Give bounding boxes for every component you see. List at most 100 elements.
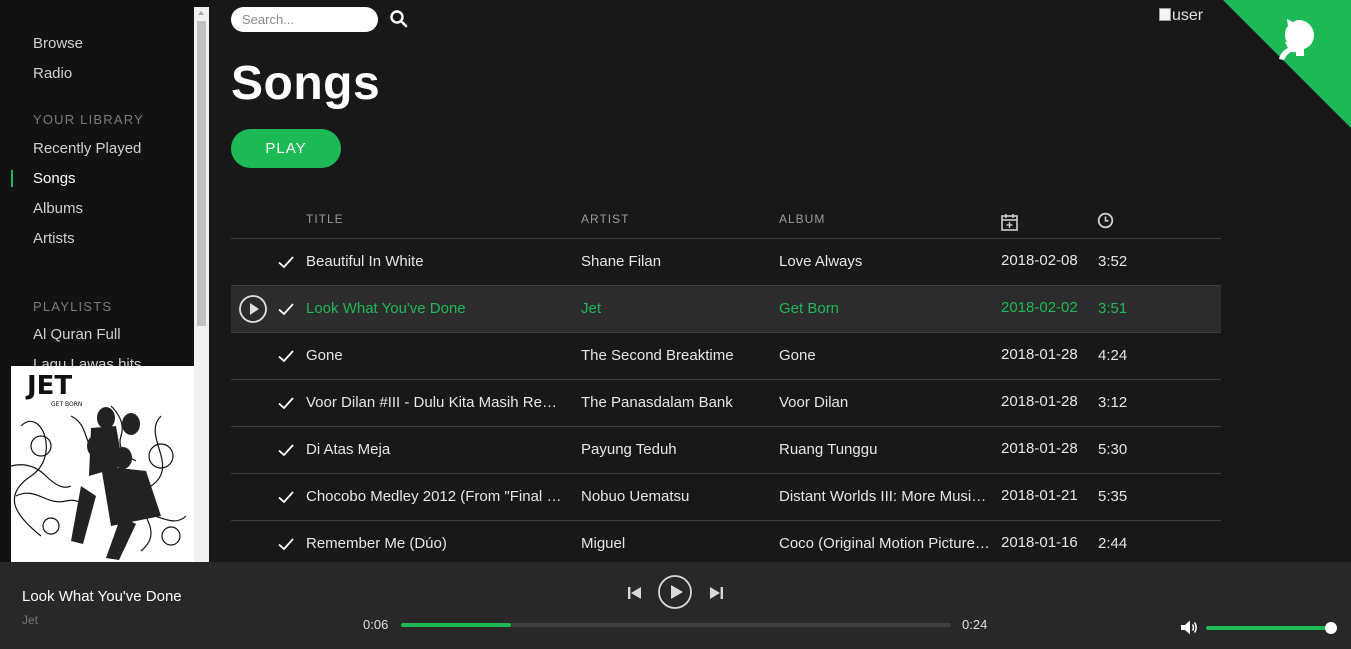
calendar-add-icon[interactable] (1001, 213, 1018, 231)
sidebar-item-radio[interactable]: Radio (33, 65, 72, 82)
song-title: Voor Dilan #III - Dulu Kita Masih Remaja (306, 394, 566, 411)
now-playing-title: Look What You've Done (22, 588, 182, 605)
table-body: Beautiful In White Shane Filan Love Always… (231, 239, 1221, 562)
sidebar-item-artists[interactable]: Artists (33, 230, 75, 247)
song-title: Remember Me (Dúo) (306, 535, 447, 552)
song-album[interactable]: Love Always (779, 253, 991, 270)
song-duration: 2:44 (1098, 535, 1128, 552)
main-content: user Songs PLAY TITLE ARTIST ALBUM Beaut… (209, 0, 1351, 562)
table-row[interactable]: Remember Me (Dúo) Miguel Coco (Original Mo… (231, 521, 1221, 562)
song-album[interactable]: Voor Dilan (779, 394, 991, 411)
song-artist[interactable]: Miguel (581, 535, 766, 552)
song-artist[interactable]: The Second Breaktime (581, 347, 766, 364)
song-duration: 5:30 (1098, 441, 1128, 458)
volume-icon[interactable] (1180, 619, 1200, 636)
song-album[interactable]: Ruang Tunggu (779, 441, 991, 458)
table-row[interactable]: Voor Dilan #III - Dulu Kita Masih Remaja… (231, 380, 1221, 427)
scroll-up-icon[interactable] (198, 11, 204, 15)
volume-handle[interactable] (1325, 622, 1337, 634)
sidebar-item-browse[interactable]: Browse (33, 35, 83, 52)
sidebar-scrollbar[interactable] (194, 7, 209, 562)
song-date-added: 2018-01-28 (1001, 346, 1078, 363)
table-row[interactable]: Gone The Second Breaktime Gone 2018-01-28 4:… (231, 333, 1221, 380)
column-header-album[interactable]: ALBUM (779, 212, 825, 226)
table-header: TITLE ARTIST ALBUM (231, 200, 1221, 239)
progress-fill (401, 623, 511, 627)
album-art-image: JET GET BORN (11, 366, 194, 562)
play-icon (671, 585, 683, 599)
playlist-item[interactable]: Al Quran Full (33, 326, 121, 343)
table-row[interactable]: Beautiful In White Shane Filan Love Always… (231, 239, 1221, 286)
now-playing-artist[interactable]: Jet (22, 613, 38, 627)
github-corner[interactable] (1223, 0, 1351, 128)
album-art-band: JET (25, 371, 72, 401)
sidebar: Browse Radio YOUR LIBRARY Recently Playe… (0, 0, 209, 562)
song-artist[interactable]: Jet (581, 300, 766, 317)
table-row[interactable]: Chocobo Medley 2012 (From "Final Fantasy… (231, 474, 1221, 521)
check-icon[interactable] (277, 488, 295, 506)
column-header-title[interactable]: TITLE (306, 212, 344, 226)
check-icon[interactable] (277, 441, 295, 459)
user-avatar[interactable]: user (1159, 7, 1203, 25)
play-pause-button[interactable] (657, 574, 693, 610)
song-duration: 3:52 (1098, 253, 1128, 270)
sidebar-item-songs[interactable]: Songs (33, 170, 76, 187)
library-heading: YOUR LIBRARY (33, 112, 144, 127)
table-row[interactable]: Di Atas Meja Payung Teduh Ruang Tunggu 2018… (231, 427, 1221, 474)
volume-slider[interactable] (1206, 622, 1337, 634)
song-date-added: 2018-02-08 (1001, 252, 1078, 269)
elapsed-time: 0:06 (363, 617, 389, 632)
search-icon[interactable] (389, 9, 409, 29)
song-date-added: 2018-01-21 (1001, 487, 1078, 504)
sidebar-item-albums[interactable]: Albums (33, 200, 83, 217)
song-duration: 3:51 (1098, 300, 1128, 317)
clock-icon[interactable] (1097, 212, 1114, 229)
album-art: JET GET BORN (11, 366, 194, 562)
user-avatar-alt: user (1172, 7, 1204, 24)
progress-bar[interactable] (401, 623, 951, 627)
song-duration: 4:24 (1098, 347, 1128, 364)
column-header-artist[interactable]: ARTIST (581, 212, 629, 226)
song-duration: 5:35 (1098, 488, 1128, 505)
play-button[interactable]: PLAY (231, 129, 341, 168)
active-indicator (11, 170, 13, 187)
album-art-subtitle: GET BORN (51, 401, 82, 408)
song-title: Beautiful In White (306, 253, 424, 270)
page-title: Songs (231, 57, 381, 110)
song-artist[interactable]: Payung Teduh (581, 441, 766, 458)
player-bar: Look What You've Done Jet 0:06 0:24 (0, 562, 1351, 649)
check-icon[interactable] (277, 253, 295, 271)
song-date-added: 2018-02-02 (1001, 299, 1078, 316)
broken-image-icon (1159, 8, 1171, 21)
song-artist[interactable]: Shane Filan (581, 253, 766, 270)
song-album[interactable]: Get Born (779, 300, 991, 317)
song-date-added: 2018-01-28 (1001, 393, 1078, 410)
song-date-added: 2018-01-28 (1001, 440, 1078, 457)
song-date-added: 2018-01-16 (1001, 534, 1078, 551)
check-icon[interactable] (277, 535, 295, 553)
check-icon[interactable] (277, 300, 295, 318)
song-title: Di Atas Meja (306, 441, 391, 458)
songs-table: TITLE ARTIST ALBUM Beautiful In White Sha… (231, 200, 1221, 562)
skip-previous-icon[interactable] (627, 585, 643, 601)
search-input[interactable] (231, 7, 378, 32)
table-row[interactable]: Look What You've Done Jet Get Born 2018-02-… (231, 286, 1221, 333)
song-album[interactable]: Gone (779, 347, 991, 364)
sidebar-item-recently-played[interactable]: Recently Played (33, 140, 141, 157)
song-title: Look What You've Done (306, 300, 466, 317)
song-album[interactable]: Coco (Original Motion Picture Soundtrack… (779, 535, 991, 552)
song-artist[interactable]: Nobuo Uematsu (581, 488, 766, 505)
total-time: 0:24 (962, 617, 988, 632)
scrollbar-thumb[interactable] (197, 21, 206, 326)
skip-next-icon[interactable] (708, 585, 724, 601)
song-duration: 3:12 (1098, 394, 1128, 411)
check-icon[interactable] (277, 347, 295, 365)
volume-fill (1206, 626, 1331, 630)
song-title: Gone (306, 347, 343, 364)
song-title: Chocobo Medley 2012 (From "Final Fantasy… (306, 488, 566, 505)
row-play-button[interactable] (238, 294, 268, 324)
check-icon[interactable] (277, 394, 295, 412)
song-album[interactable]: Distant Worlds III: More Music from Fina… (779, 488, 991, 505)
song-artist[interactable]: The Panasdalam Bank (581, 394, 766, 411)
playlists-heading: PLAYLISTS (33, 299, 113, 314)
